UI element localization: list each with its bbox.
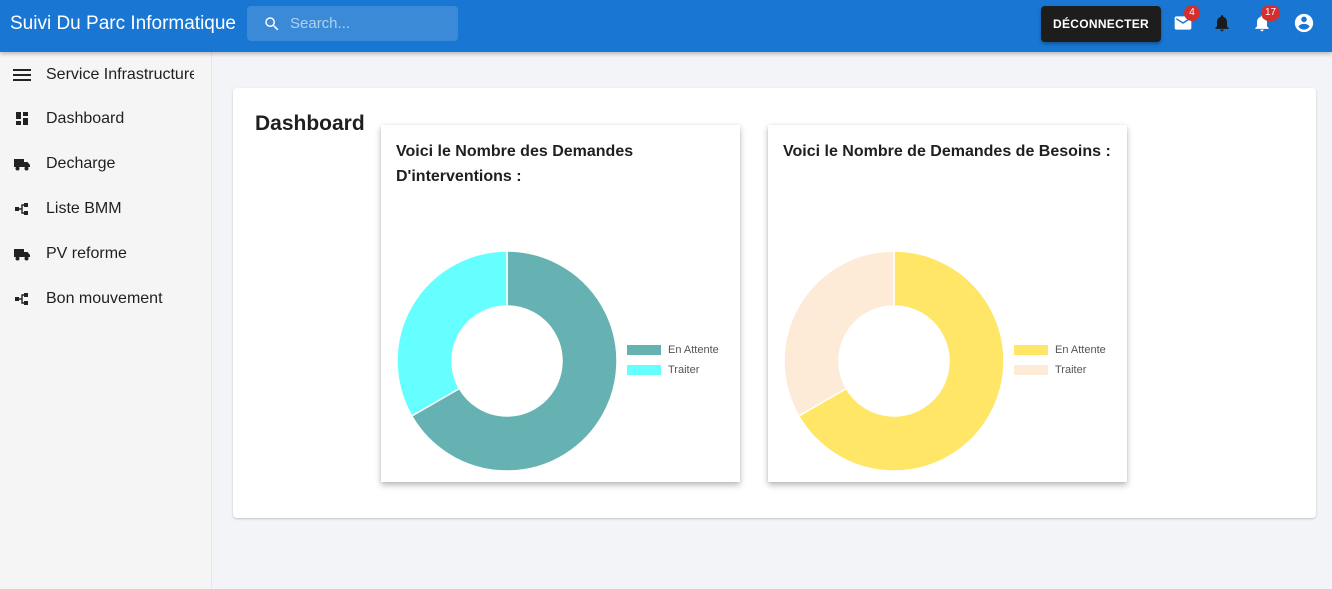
account-tree-icon bbox=[15, 293, 28, 305]
legend-swatch bbox=[627, 365, 661, 375]
app-bar: Suivi Du Parc Informatique DÉCONNECTER 4… bbox=[0, 0, 1332, 52]
legend-label: En Attente bbox=[1055, 344, 1106, 356]
sidebar-item-label: Decharge bbox=[46, 155, 116, 172]
bell-icon bbox=[1215, 15, 1229, 32]
mail-badge: 4 bbox=[1184, 5, 1200, 21]
sidebar-item-label: Bon mouvement bbox=[46, 290, 163, 307]
legend-label: Traiter bbox=[668, 364, 700, 376]
sidebar-item-dashboard[interactable]: Dashboard bbox=[0, 99, 211, 139]
notifications-button[interactable]: 17 bbox=[1250, 5, 1281, 36]
doughnut-slice-traiter[interactable] bbox=[783, 250, 895, 418]
legend-swatch bbox=[1014, 345, 1048, 355]
doughnut-slice-traiter[interactable] bbox=[396, 250, 508, 418]
search-input[interactable] bbox=[290, 6, 450, 41]
interventions-chart-card: Voici le Nombre des Demandes D'intervent… bbox=[381, 125, 740, 482]
sidebar-item-bon-mouvement[interactable]: Bon mouvement bbox=[0, 279, 211, 319]
legend-swatch bbox=[627, 345, 661, 355]
doughnut-chart bbox=[396, 250, 618, 472]
logout-button[interactable]: DÉCONNECTER bbox=[1041, 6, 1161, 42]
search-box[interactable] bbox=[247, 6, 458, 41]
besoins-chart-card: Voici le Nombre de Demandes de Besoins :… bbox=[768, 125, 1127, 482]
legend-label: En Attente bbox=[668, 344, 719, 356]
notifications-badge: 17 bbox=[1261, 5, 1281, 21]
doughnut-chart bbox=[783, 250, 1005, 472]
legend-label: Traiter bbox=[1055, 364, 1087, 376]
truck-icon bbox=[14, 159, 30, 171]
sidebar-item-decharge[interactable]: Decharge bbox=[0, 144, 211, 184]
search-icon bbox=[265, 17, 279, 31]
account-button[interactable] bbox=[1292, 10, 1318, 36]
legend-swatch bbox=[1014, 365, 1048, 375]
sidebar-item-label: Dashboard bbox=[46, 110, 125, 127]
alerts-button[interactable] bbox=[1210, 10, 1236, 36]
dashboard-icon bbox=[16, 112, 28, 125]
truck-icon bbox=[14, 249, 30, 261]
sidebar-item-label: PV reforme bbox=[46, 245, 127, 262]
sidebar-item-pv-reforme[interactable]: PV reforme bbox=[0, 234, 211, 274]
account-tree-icon bbox=[15, 203, 28, 215]
sidebar: Service Infrastructure Dashboard Decharg… bbox=[0, 52, 212, 589]
mail-button[interactable]: 4 bbox=[1170, 5, 1200, 36]
page-title: Dashboard bbox=[255, 112, 365, 135]
sidebar-item-service-infrastructure[interactable]: Service Infrastructure bbox=[0, 55, 211, 95]
menu-icon bbox=[13, 69, 31, 81]
app-title: Suivi Du Parc Informatique bbox=[10, 13, 236, 34]
sidebar-item-label: Service Infrastructure bbox=[46, 66, 194, 83]
sidebar-item-liste-bmm[interactable]: Liste BMM bbox=[0, 189, 211, 229]
account-circle-icon bbox=[1294, 13, 1314, 33]
sidebar-item-label: Liste BMM bbox=[46, 200, 122, 217]
